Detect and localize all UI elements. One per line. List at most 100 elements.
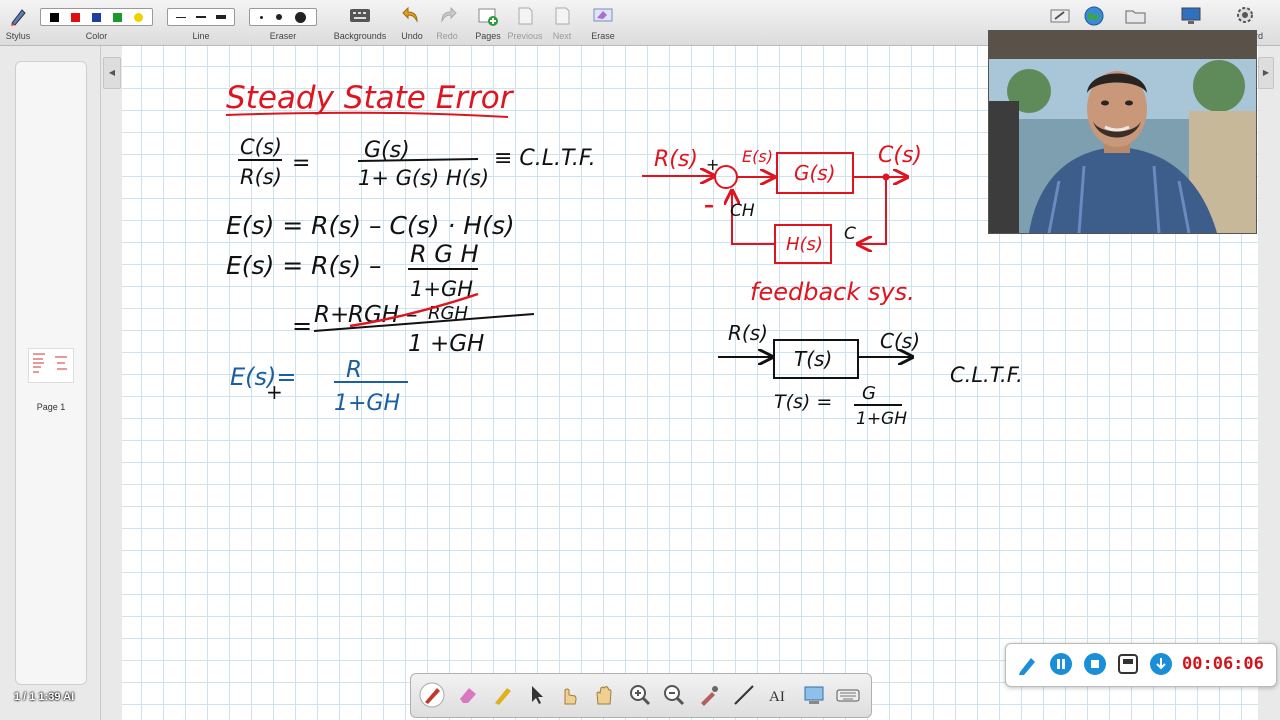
cltf-block-label: T(s) (794, 347, 832, 371)
color-label: Color (85, 31, 108, 41)
feedback-c-label: C (844, 224, 856, 244)
board-title: Steady State Error (226, 80, 515, 116)
page-thumbnail-list[interactable]: Page 1 (15, 61, 87, 685)
pen-icon[interactable] (1016, 654, 1038, 676)
line-thick[interactable] (216, 15, 226, 19)
line-tool[interactable] (731, 682, 757, 708)
forward-block-label: G(s) (794, 161, 836, 185)
eyedropper-tool[interactable] (696, 682, 722, 708)
zoom-in-icon (630, 685, 651, 706)
eraser-picker[interactable]: Eraser (249, 2, 317, 44)
stylus-icon (11, 9, 26, 26)
line-label: Line (192, 31, 210, 41)
feedback-ch-label: CH (730, 201, 755, 221)
eraser-medium[interactable] (275, 14, 282, 20)
select-tool[interactable] (524, 682, 550, 708)
erase-page-icon (593, 8, 613, 22)
eraser-tool[interactable] (455, 682, 481, 708)
pages-button[interactable]: Pages (472, 2, 504, 44)
eq1-denominator: R(s) (240, 165, 282, 189)
page-sidebar: Page 1 1 / 1 1:39 AI (0, 46, 101, 720)
pen-tool[interactable] (419, 682, 445, 708)
next-label: Next (552, 31, 572, 41)
pan-tool[interactable] (591, 682, 617, 708)
svg-text:AI: AI (769, 689, 785, 705)
eraser-large[interactable] (295, 11, 307, 23)
undo-button[interactable]: Undo (398, 2, 426, 44)
eq1-cltf: ≡ C.L.T.F. (494, 146, 596, 171)
diagram-output-label: C(s) (878, 143, 922, 168)
folder-icon[interactable] (1125, 7, 1147, 25)
eq3-lhs: E(s) = R(s) – (226, 251, 382, 280)
zoom-in-tool[interactable] (627, 682, 653, 708)
monitor-icon[interactable] (1180, 6, 1202, 26)
collapse-left-arrow-icon[interactable]: ◀ (103, 57, 121, 89)
cltf-eq-lhs: T(s) = (774, 391, 832, 413)
eq5-cursor-mark: + (266, 380, 283, 404)
pause-button[interactable] (1050, 653, 1072, 675)
next-button[interactable]: Next (548, 2, 576, 44)
pointer-tool[interactable] (556, 682, 582, 708)
whiteboard-icon[interactable] (1049, 7, 1071, 25)
redo-label: Redo (436, 31, 458, 41)
text-tool[interactable]: AI (766, 682, 792, 708)
previous-button[interactable]: Previous (507, 2, 543, 44)
eq5-numerator: R (346, 357, 362, 383)
stop-button[interactable] (1084, 653, 1106, 675)
keyboard-icon (836, 689, 860, 702)
feedback-path-in (858, 177, 887, 244)
camera-window-icon[interactable] (1117, 653, 1139, 675)
stop-icon (1091, 660, 1099, 668)
eq2: E(s) = R(s) – C(s) · H(s) (226, 211, 515, 240)
highlighter-icon (495, 688, 511, 705)
stylus-button[interactable]: Stylus (2, 2, 34, 44)
swatch-green[interactable] (113, 12, 122, 22)
feedback-block-label: H(s) (786, 234, 823, 255)
eraser-small[interactable] (259, 15, 263, 19)
thumbnail-preview (33, 353, 67, 373)
eq5-lhs: E(s)= (230, 363, 297, 391)
zoom-out-icon (664, 685, 685, 706)
erase-label: Erase (591, 31, 615, 41)
eq1-right-denominator: 1+ G(s) H(s) (358, 166, 489, 190)
color-swatches[interactable] (40, 8, 153, 26)
download-button[interactable] (1150, 653, 1172, 675)
redo-button[interactable]: Redo (433, 2, 461, 44)
keyboard-tool[interactable] (835, 682, 861, 708)
shape-tool[interactable] (801, 682, 827, 708)
eq1-equals: = (292, 151, 310, 176)
settings-gear-icon[interactable] (1235, 5, 1255, 25)
stylus-label: Stylus (5, 31, 31, 41)
line-widths[interactable] (167, 8, 235, 26)
previous-page-icon (518, 7, 533, 25)
webcam-overlay (988, 30, 1257, 234)
page-thumbnail-label: Page 1 (36, 402, 66, 412)
backgrounds-button[interactable]: Backgrounds (333, 2, 387, 44)
line-picker[interactable]: Line (167, 2, 235, 44)
page-counter: 1 / 1 1:39 AI (14, 691, 75, 703)
swatch-yellow[interactable] (134, 12, 143, 22)
color-picker[interactable]: Color (40, 2, 153, 44)
cltf-eq-numerator: G (862, 383, 876, 404)
next-page-icon (555, 7, 570, 25)
collapse-right-arrow-icon[interactable]: ▶ (1258, 57, 1274, 89)
screen-recorder-panel: 00:06:06 (1005, 643, 1277, 687)
highlighter-tool[interactable] (490, 682, 516, 708)
summing-junction (714, 165, 738, 189)
swatch-black[interactable] (50, 12, 59, 22)
cltf-output-label: C(s) (880, 329, 920, 353)
backgrounds-label: Backgrounds (333, 31, 387, 41)
globe-icon[interactable] (1083, 5, 1105, 27)
swatch-blue[interactable] (92, 12, 101, 22)
pages-label: Pages (475, 31, 501, 41)
page-thumbnail[interactable] (28, 348, 74, 383)
erase-button[interactable]: Erase (589, 2, 617, 44)
undo-label: Undo (401, 31, 423, 41)
diagram-input-label: R(s) (654, 147, 698, 172)
zoom-out-tool[interactable] (661, 682, 687, 708)
swatch-red[interactable] (71, 12, 80, 22)
line-medium[interactable] (196, 16, 206, 18)
line-thin[interactable] (176, 16, 186, 18)
eraser-sizes[interactable] (249, 8, 317, 26)
recording-timer: 00:06:06 (1182, 654, 1264, 674)
